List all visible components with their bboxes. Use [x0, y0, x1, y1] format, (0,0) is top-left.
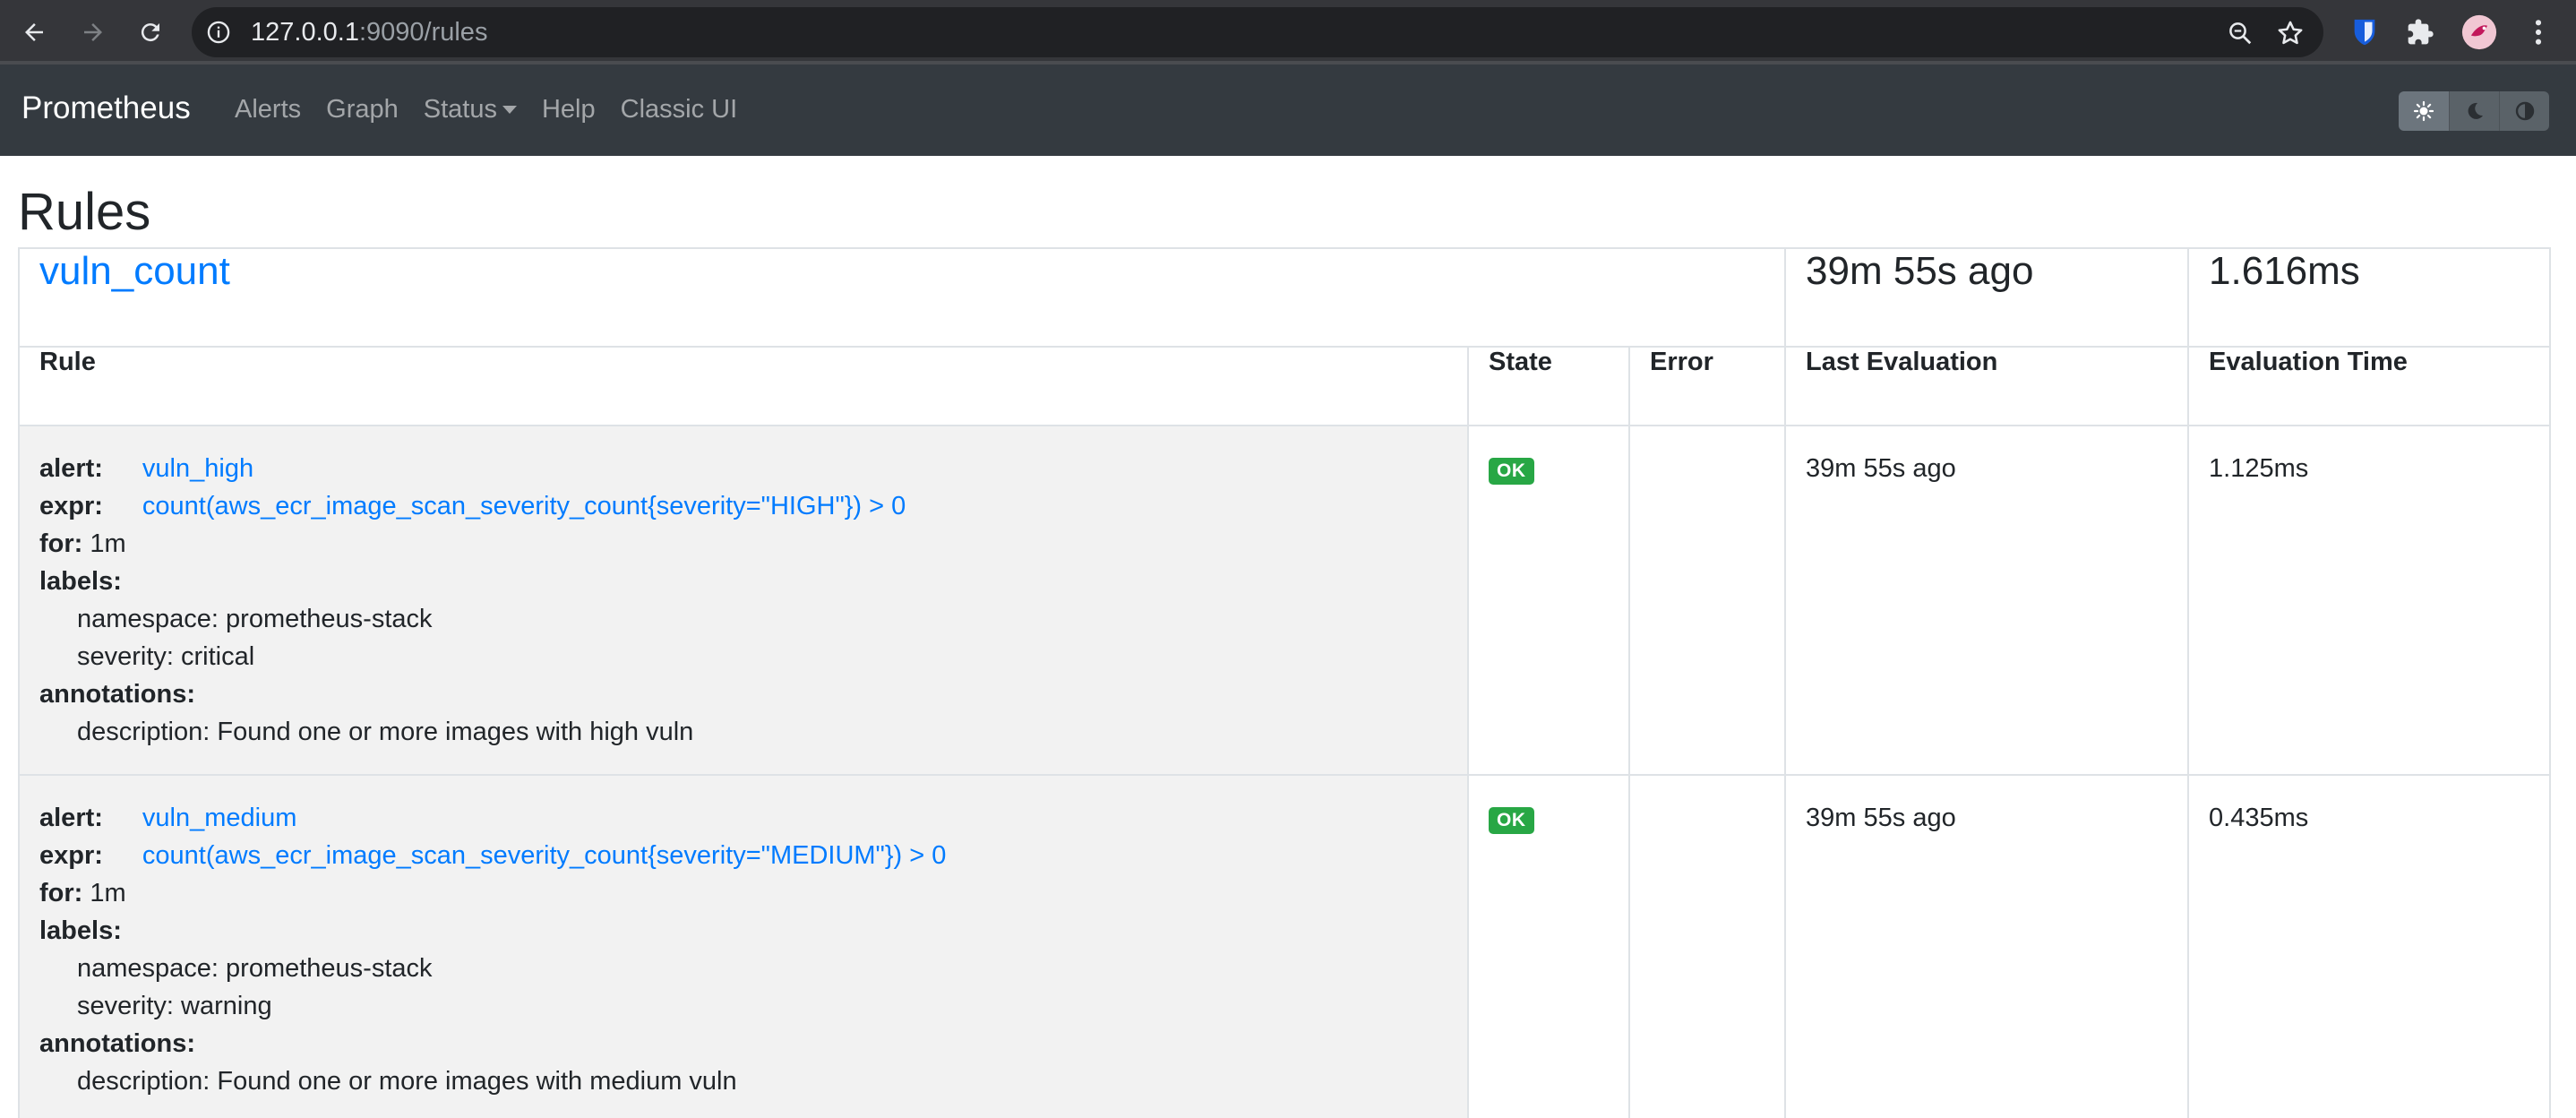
for-value: 1m: [90, 879, 126, 907]
group-evaluation-time: 1.616ms: [2187, 247, 2552, 348]
rule-evaluation-time: 0.435ms: [2187, 774, 2552, 1118]
url-path: :9090/rules: [358, 18, 488, 47]
annotation-description: description: Found one or more images wi…: [77, 1067, 737, 1096]
nav-status-label: Status: [423, 95, 497, 124]
rule-group-name-link[interactable]: vuln_count: [39, 249, 230, 293]
alert-name-link[interactable]: vuln_medium: [142, 804, 296, 832]
label-namespace: namespace: prometheus-stack: [77, 954, 433, 983]
caret-down-icon: [502, 105, 517, 114]
labels-heading: labels:: [39, 916, 122, 945]
theme-toggle-group: [2399, 91, 2549, 131]
rule-error-cell: [1627, 425, 1787, 776]
header-last-evaluation: Last Evaluation: [1784, 346, 2190, 426]
rule-last-evaluation: 39m 55s ago: [1784, 774, 2190, 1118]
rule-expr-line: expr: count(aws_ecr_image_scan_severity_c…: [39, 837, 1447, 874]
annotation-description: description: Found one or more images wi…: [77, 718, 694, 746]
expr-label: expr:: [39, 841, 103, 870]
for-label: for:: [39, 879, 83, 907]
table-header-row: Rule State Error Last Evaluation Evaluat…: [18, 346, 2552, 426]
bitwarden-extension-icon[interactable]: [2347, 14, 2383, 50]
label-severity: severity: warning: [77, 992, 272, 1020]
annotations-heading: annotations:: [39, 680, 195, 709]
rules-table: vuln_count 39m 55s ago 1.616ms Rule Stat…: [17, 247, 2552, 1118]
sun-icon: [2413, 100, 2434, 122]
for-label: for:: [39, 529, 83, 558]
dark-theme-button[interactable]: [2449, 91, 2499, 131]
zoom-icon[interactable]: [2227, 20, 2254, 47]
extensions-puzzle-icon[interactable]: [2402, 14, 2438, 50]
bookmark-star-icon[interactable]: [2275, 18, 2306, 48]
nav-help[interactable]: Help: [542, 91, 596, 127]
browser-menu-icon[interactable]: [2520, 14, 2556, 50]
nav-links: Alerts Graph Status Help Classic UI: [235, 91, 762, 127]
labels-heading: labels:: [39, 567, 122, 596]
for-value: 1m: [90, 529, 126, 558]
auto-theme-button[interactable]: [2499, 91, 2549, 131]
nav-alerts[interactable]: Alerts: [235, 91, 301, 127]
group-last-evaluation: 39m 55s ago: [1784, 247, 2190, 348]
rule-expr-line: expr: count(aws_ecr_image_scan_severity_c…: [39, 487, 1447, 525]
nav-graph[interactable]: Graph: [326, 91, 399, 127]
app-navbar: Prometheus Alerts Graph Status Help Clas…: [0, 64, 2576, 156]
alert-label: alert:: [39, 454, 103, 483]
rule-alert-line: alert: vuln_high: [39, 450, 1447, 487]
table-row: alert: vuln_high expr: count(aws_ecr_image…: [18, 425, 2552, 776]
rule-last-evaluation: 39m 55s ago: [1784, 425, 2190, 776]
browser-toolbar: 127.0.0.1:9090/rules: [0, 0, 2576, 64]
url-text: 127.0.0.1:9090/rules: [251, 18, 487, 47]
header-evaluation-time: Evaluation Time: [2187, 346, 2552, 426]
rule-for-line: for: 1m: [39, 525, 1447, 563]
expr-label: expr:: [39, 492, 103, 520]
header-state: State: [1467, 346, 1630, 426]
header-error: Error: [1627, 346, 1787, 426]
alert-name-link[interactable]: vuln_high: [142, 454, 253, 483]
rule-state-cell: OK: [1467, 425, 1630, 776]
rule-state-cell: OK: [1467, 774, 1630, 1118]
rule-definition: alert: vuln_high expr: count(aws_ecr_image…: [18, 425, 1469, 776]
contrast-icon: [2515, 101, 2534, 121]
label-severity: severity: critical: [77, 642, 255, 671]
label-namespace: namespace: prometheus-stack: [77, 605, 433, 633]
rule-evaluation-time: 1.125ms: [2187, 425, 2552, 776]
rule-error-cell: [1627, 774, 1787, 1118]
profile-avatar[interactable]: [2461, 14, 2497, 50]
status-badge: OK: [1489, 807, 1534, 834]
annotations-heading: annotations:: [39, 1029, 195, 1058]
rule-definition: alert: vuln_medium expr: count(aws_ecr_ima…: [18, 774, 1469, 1118]
forward-icon[interactable]: [75, 14, 111, 50]
status-badge: OK: [1489, 458, 1534, 485]
reload-icon[interactable]: [133, 14, 168, 50]
page-title: Rules: [18, 183, 151, 241]
rule-alert-line: alert: vuln_medium: [39, 799, 1447, 837]
brand-link[interactable]: Prometheus: [21, 86, 191, 131]
moon-icon: [2468, 102, 2483, 119]
table-row: alert: vuln_medium expr: count(aws_ecr_ima…: [18, 774, 2552, 1118]
light-theme-button[interactable]: [2399, 91, 2449, 131]
address-bar[interactable]: 127.0.0.1:9090/rules: [192, 7, 2323, 57]
rule-for-line: for: 1m: [39, 874, 1447, 912]
alert-label: alert:: [39, 804, 103, 832]
url-host: 127.0.0.1: [251, 18, 359, 47]
nav-classic-ui[interactable]: Classic UI: [621, 91, 738, 127]
main-content: Rules vuln_count 39m 55s ago 1.616ms Rul…: [17, 156, 2552, 1118]
rule-group-header: vuln_count 39m 55s ago 1.616ms: [17, 247, 2552, 348]
expr-link[interactable]: count(aws_ecr_image_scan_severity_count{…: [142, 841, 946, 870]
header-rule: Rule: [18, 346, 1469, 426]
back-icon[interactable]: [16, 14, 52, 50]
expr-link[interactable]: count(aws_ecr_image_scan_severity_count{…: [142, 492, 906, 520]
nav-status-dropdown[interactable]: Status: [424, 91, 517, 127]
info-icon[interactable]: [206, 20, 231, 45]
